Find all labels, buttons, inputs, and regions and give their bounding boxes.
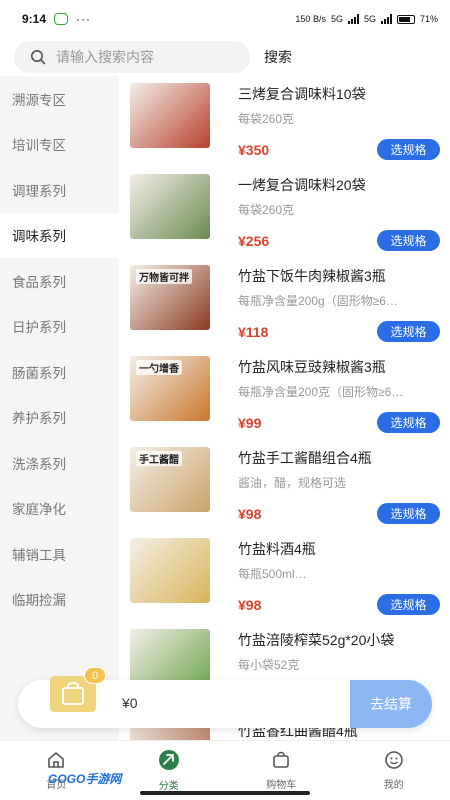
product-list: 三烤复合调味料10袋 每袋260克 ¥350 选规格 一烤复合调味料20袋 每袋260克 ¥… [119, 76, 450, 740]
product-thumbnail[interactable] [130, 174, 210, 239]
status-right: 150 B/s 5G 5G 71% [295, 14, 438, 24]
product-name[interactable]: 竹盐料酒4瓶 [238, 539, 316, 559]
sidebar-item[interactable]: 家庭净化 [0, 486, 119, 532]
thumbnail-caption: 一勺增香 [136, 360, 182, 375]
product-item[interactable]: 三烤复合调味料10袋每袋260克 ¥350 选规格 [119, 76, 450, 167]
select-spec-button[interactable]: 选规格 [377, 594, 440, 615]
product-thumbnail[interactable]: 手工酱醋 [130, 447, 210, 512]
search-button[interactable]: 搜索 [264, 47, 292, 67]
product-description: 每小袋52克 [238, 658, 300, 672]
product-thumbnail[interactable]: 万物皆可拌 [130, 265, 210, 330]
product-description: 每瓶500ml… [238, 567, 307, 581]
signal-icon-1 [347, 14, 359, 24]
checkout-button[interactable]: 去结算 [350, 680, 432, 728]
product-name[interactable]: 竹盐涪陵榨菜52g*20小袋 [238, 630, 394, 650]
sidebar-item[interactable]: 溯源专区 [0, 76, 119, 122]
product-price: ¥99 [238, 415, 262, 431]
nav-label: 分类 [158, 781, 179, 792]
sidebar-item[interactable]: 辅销工具 [0, 531, 119, 577]
search-box[interactable] [14, 41, 250, 73]
nav-label: 我的 [383, 780, 404, 791]
product-price: ¥118 [238, 324, 269, 340]
select-spec-button[interactable]: 选规格 [377, 321, 440, 342]
product-description: 每瓶净含量200克（固形物≥6… [238, 385, 404, 399]
product-item[interactable]: 一烤复合调味料20袋每袋260克 ¥256 选规格 [119, 167, 450, 258]
product-name[interactable]: 竹盐手工酱醋组合4瓶 [238, 448, 372, 468]
select-spec-button[interactable]: 选规格 [377, 230, 440, 251]
sidebar-item[interactable]: 调味系列 [0, 212, 119, 258]
sidebar-item[interactable]: 洗涤系列 [0, 440, 119, 486]
product-price: ¥350 [238, 142, 270, 158]
product-description: 酱油，醋，规格可选 [238, 476, 347, 490]
product-thumbnail[interactable] [130, 538, 210, 603]
search-icon [31, 50, 46, 65]
battery-icon [396, 14, 415, 24]
thumbnail-caption: 手工酱醋 [136, 451, 182, 466]
select-spec-button[interactable]: 选规格 [377, 139, 440, 160]
more-notifications-icon: ··· [76, 12, 92, 26]
sidebar-item[interactable]: 调理系列 [0, 167, 119, 213]
sidebar-item[interactable]: 日护系列 [0, 304, 119, 350]
profile-icon [384, 750, 404, 773]
status-time: 9:14 [22, 12, 47, 26]
wechat-notification-icon [54, 13, 69, 25]
product-price: ¥256 [238, 233, 270, 249]
search-row: 搜索 [0, 38, 450, 76]
cart-icon [271, 750, 291, 773]
thumbnail-caption: 万物皆可拌 [136, 269, 192, 284]
product-item[interactable]: 竹盐料酒4瓶每瓶500ml… ¥98 选规格 [119, 531, 450, 622]
watermark: GOGO手游网 [48, 772, 122, 786]
network-type-1: 5G [330, 14, 343, 24]
network-type-2: 5G [363, 14, 376, 24]
product-price: ¥98 [238, 506, 262, 522]
product-name[interactable]: 一烤复合调味料20袋 [238, 175, 366, 195]
sidebar-item[interactable]: 养护系列 [0, 395, 119, 441]
product-thumbnail[interactable]: 一勺增香 [130, 356, 210, 421]
bag-shape-icon [62, 682, 84, 705]
product-description: 每袋260克 [238, 203, 295, 217]
product-description: 每瓶净含量200g（固形物≥6… [238, 294, 398, 308]
category-sidebar: 溯源专区 培训专区 调理系列 调味系列 食品系列 日护系列 肠菌系列 养护系列 洗涤系列 家庭净化… [0, 76, 119, 740]
cart-total: ¥0 [122, 695, 138, 711]
sidebar-item[interactable]: 肠菌系列 [0, 349, 119, 395]
nav-item[interactable]: 我的 [338, 741, 450, 800]
sidebar-item[interactable]: 临期捡漏 [0, 577, 119, 623]
product-item[interactable]: 一勺增香 竹盐风味豆豉辣椒酱3瓶每瓶净含量200克（固形物≥6… ¥99 选规格 [119, 349, 450, 440]
home-indicator [140, 791, 310, 795]
search-input[interactable] [56, 49, 236, 65]
sidebar-item[interactable]: 食品系列 [0, 258, 119, 304]
product-description: 每袋260克 [238, 112, 295, 126]
signal-icon-2 [380, 14, 392, 24]
cart-badge: 0 [84, 667, 106, 684]
select-spec-button[interactable]: 选规格 [377, 503, 440, 524]
sidebar-item[interactable]: 培训专区 [0, 122, 119, 168]
select-spec-button[interactable]: 选规格 [377, 412, 440, 433]
product-name[interactable]: 竹盐风味豆豉辣椒酱3瓶 [238, 357, 386, 377]
product-name[interactable]: 三烤复合调味料10袋 [238, 84, 366, 104]
product-name[interactable]: 竹盐下饭牛肉辣椒酱3瓶 [238, 266, 386, 286]
status-bar: 9:14 ··· 150 B/s 5G 5G 71% [0, 0, 450, 38]
nav-label: 购物车 [266, 780, 297, 791]
battery-level: 71% [419, 14, 438, 24]
status-left: 9:14 ··· [22, 12, 91, 26]
network-speed: 150 B/s [295, 14, 326, 24]
product-item[interactable]: 万物皆可拌 竹盐下饭牛肉辣椒酱3瓶每瓶净含量200g（固形物≥6… ¥118 选规格 [119, 258, 450, 349]
product-thumbnail[interactable] [130, 83, 210, 148]
category-icon [158, 749, 180, 774]
product-item[interactable]: 手工酱醋 竹盐手工酱醋组合4瓶酱油，醋，规格可选 ¥98 选规格 [119, 440, 450, 531]
product-price: ¥98 [238, 597, 262, 613]
